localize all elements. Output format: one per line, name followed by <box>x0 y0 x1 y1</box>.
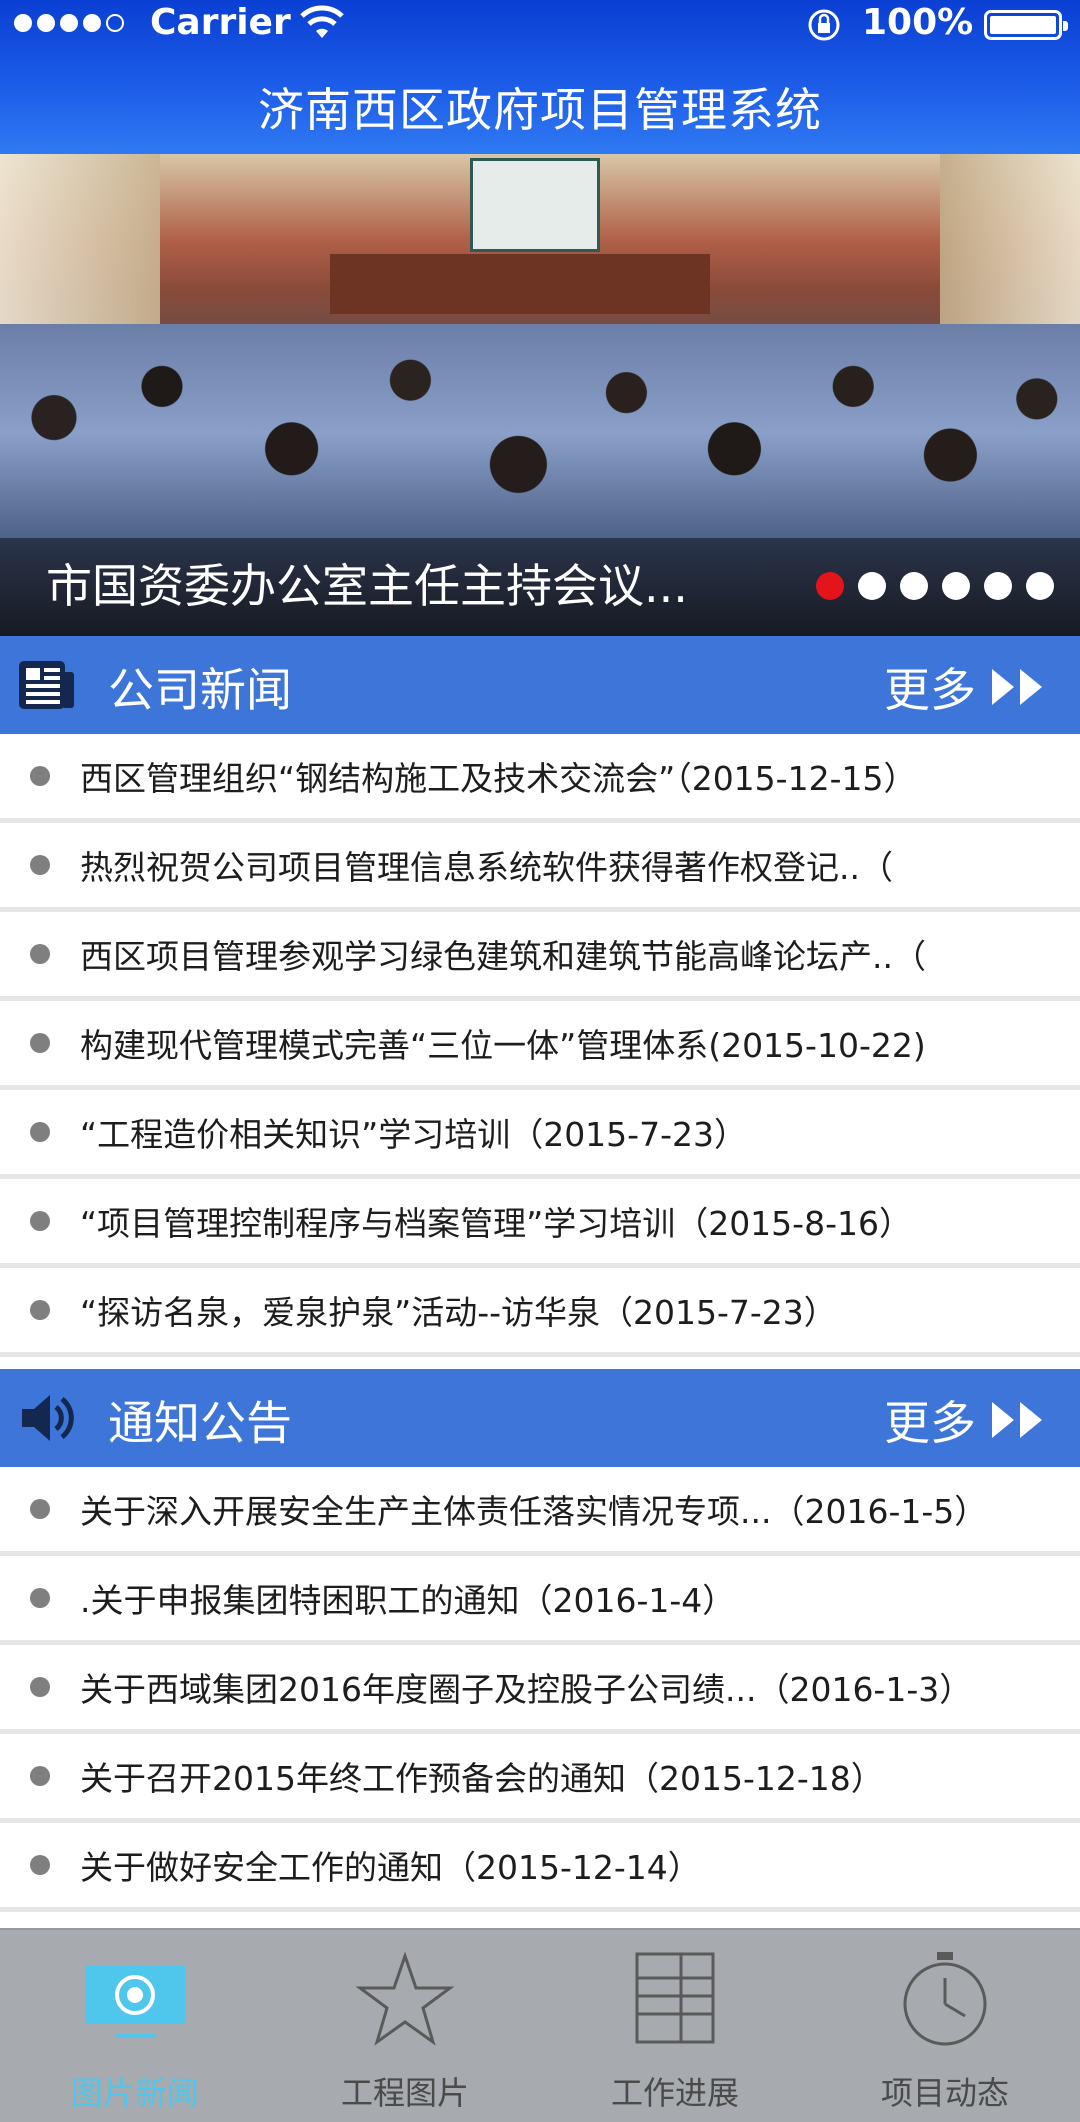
list-item[interactable]: 西区管理组织“钢结构施工及技术交流会”（2015-12-15） <box>0 734 1080 823</box>
tab-label: 项目动态 <box>880 2074 1009 2112</box>
more-label: 更多 <box>884 663 976 717</box>
battery-percent: 100% <box>862 2 974 43</box>
list-item[interactable]: 关于召开2015年终工作预备会的通知（2015-12-18） <box>0 1734 1080 1823</box>
list-item[interactable]: 西区项目管理参观学习绿色建筑和建筑节能高峰论坛产..（ <box>0 912 1080 1001</box>
section-title: 公司新闻 <box>108 663 292 717</box>
carousel-dot[interactable] <box>900 572 928 600</box>
tab-project-updates[interactable]: 项目动态 <box>810 1930 1080 2122</box>
company-news-list: 西区管理组织“钢结构施工及技术交流会”（2015-12-15） 热烈祝贺公司项目… <box>0 734 1080 1357</box>
picture-news-icon <box>85 1966 185 2038</box>
more-label: 更多 <box>884 1396 976 1450</box>
double-arrow-icon <box>992 669 1042 705</box>
clock-icon <box>903 1952 987 2046</box>
company-news-more-button[interactable]: 更多 <box>884 654 1046 720</box>
banner-carousel[interactable]: 市国资委办公室主任主持会议... <box>0 154 1080 636</box>
tab-label: 图片新闻 <box>70 2074 199 2112</box>
tab-picture-news[interactable]: 图片新闻 <box>0 1930 270 2122</box>
notices-header: 通知公告 更多 <box>0 1369 1080 1467</box>
speaker-icon <box>22 1395 74 1441</box>
carousel-dot[interactable] <box>816 572 844 600</box>
star-icon <box>355 1951 455 2046</box>
carousel-dot[interactable] <box>942 572 970 600</box>
stage-table <box>330 254 710 314</box>
status-bar: Carrier 100% <box>0 0 1080 50</box>
signal-strength-icon <box>14 14 124 32</box>
list-item[interactable]: 关于西域集团2016年度圈子及控股子公司绩...（2016-1-3） <box>0 1645 1080 1734</box>
list-item[interactable]: “工程造价相关知识”学习培训（2015-7-23） <box>0 1090 1080 1179</box>
tab-project-pictures[interactable]: 工程图片 <box>270 1930 540 2122</box>
newspaper-icon <box>19 661 74 709</box>
list-item[interactable]: 关于做好安全工作的通知（2015-12-14） <box>0 1823 1080 1912</box>
carousel-dot[interactable] <box>1026 572 1054 600</box>
double-arrow-icon <box>992 1402 1042 1438</box>
notices-more-button[interactable]: 更多 <box>884 1387 1046 1453</box>
tab-bar: 图片新闻 工程图片 工作进展 项目动态 <box>0 1928 1080 2122</box>
rotation-lock-icon <box>808 9 840 41</box>
carrier-name: Carrier <box>150 2 291 43</box>
tab-work-progress[interactable]: 工作进展 <box>540 1930 810 2122</box>
page-title: 济南西区政府项目管理系统 <box>258 83 822 137</box>
carousel-dot[interactable] <box>984 572 1012 600</box>
list-item[interactable]: .关于申报集团特困职工的通知（2016-1-4） <box>0 1556 1080 1645</box>
wifi-icon <box>300 5 344 38</box>
battery-icon <box>984 10 1068 40</box>
list-item[interactable]: “项目管理控制程序与档案管理”学习培训（2015-8-16） <box>0 1179 1080 1268</box>
projector-screen <box>470 158 600 252</box>
list-item[interactable]: 关于深入开展安全生产主体责任落实情况专项...（2016-1-5） <box>0 1467 1080 1556</box>
carousel-dot[interactable] <box>858 572 886 600</box>
list-item[interactable]: 热烈祝贺公司项目管理信息系统软件获得著作权登记..（ <box>0 823 1080 912</box>
tab-label: 工程图片 <box>340 2074 469 2112</box>
list-icon <box>635 1952 715 2044</box>
company-news-header: 公司新闻 更多 <box>0 636 1080 734</box>
tab-label: 工作进展 <box>610 2074 739 2112</box>
top-bar: Carrier 100% 济南西区政府项目管理系统 <box>0 0 1080 154</box>
banner-caption: 市国资委办公室主任主持会议... <box>46 559 688 613</box>
list-item[interactable]: “探访名泉，爱泉护泉”活动--访华泉（2015-7-23） <box>0 1268 1080 1357</box>
notices-list: 关于深入开展安全生产主体责任落实情况专项...（2016-1-5） .关于申报集… <box>0 1467 1080 1912</box>
list-item[interactable]: 构建现代管理模式完善“三位一体”管理体系(2015-10-22) <box>0 1001 1080 1090</box>
section-title: 通知公告 <box>108 1396 292 1450</box>
carousel-indicators[interactable] <box>816 572 1054 600</box>
